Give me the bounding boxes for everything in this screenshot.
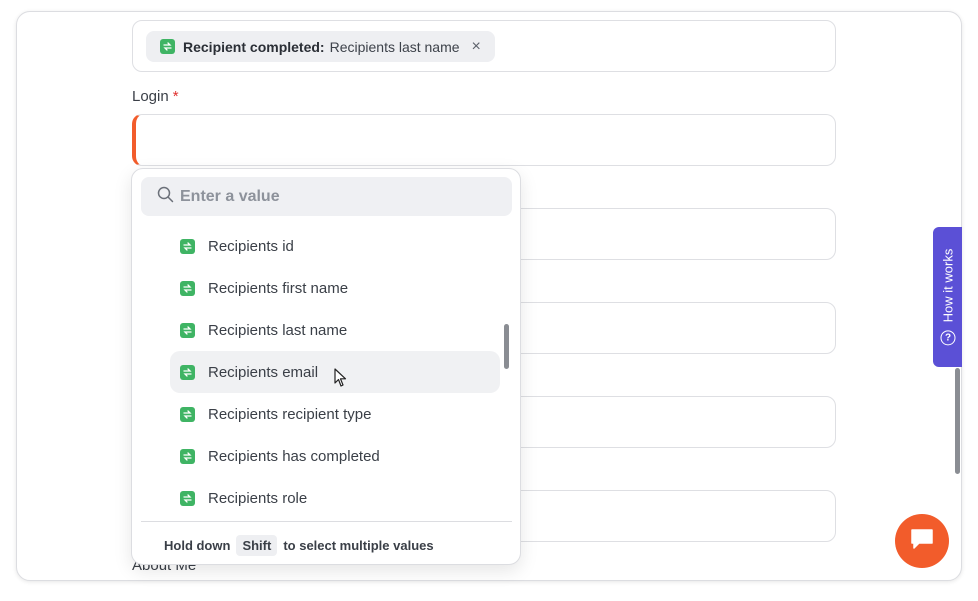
list-item[interactable]: Recipients recipient type [170,393,500,435]
how-it-works-label: How it works [940,248,955,323]
dropdown-scrollbar[interactable] [504,324,509,369]
close-icon[interactable]: × [472,38,481,56]
list-item[interactable]: Recipients first name [170,267,500,309]
search-box[interactable] [141,177,512,216]
list-item[interactable]: Recipients last name [170,309,500,351]
list-item-label: Recipients first name [208,279,349,297]
hint-prefix: Hold down [164,538,231,553]
hint-suffix: to select multiple values [283,538,434,553]
value-dropdown: Recipients id Recipients first name Reci… [131,168,521,565]
shift-key-badge: Shift [236,535,278,556]
list-item[interactable]: Recipients id [170,225,500,267]
search-input[interactable] [180,187,480,206]
page-scrollbar[interactable] [955,368,960,474]
list-item[interactable]: Recipients has completed [170,435,500,477]
tag-icon [180,364,195,380]
list-item-label: Recipients last name [208,321,348,339]
required-mark: * [172,88,179,105]
filter-chip[interactable]: Recipient completed: Recipients last nam… [146,31,495,62]
tag-icon [180,448,195,464]
divider [141,521,512,522]
filter-chip-label: Recipient completed: [183,38,325,55]
list-item[interactable]: Recipients role [170,477,500,519]
tag-icon [180,406,195,422]
filter-field[interactable]: Recipient completed: Recipients last nam… [132,20,836,72]
multi-select-hint: Hold down Shift to select multiple value… [164,535,434,556]
list-item-label: Recipients has completed [208,447,380,465]
tag-icon [160,39,175,54]
list-item-label: Recipients id [208,237,294,255]
login-label-text: Login [132,88,169,105]
list-item-label: Recipients email [208,363,319,381]
chat-button[interactable] [895,514,949,568]
login-label: Login * [132,88,179,105]
filter-chip-value: Recipients last name [329,38,460,55]
question-icon: ? [940,330,955,346]
search-icon [157,186,174,208]
mouse-cursor-icon [334,368,348,393]
tag-icon [180,238,195,254]
tag-icon [180,490,195,506]
chat-icon [909,528,935,555]
how-it-works-tab[interactable]: ? How it works [933,227,962,367]
tag-icon [180,322,195,338]
list-item-label: Recipients recipient type [208,405,372,423]
tag-icon [180,280,195,296]
list-item-label: Recipients role [208,489,308,507]
login-field[interactable] [132,114,836,166]
